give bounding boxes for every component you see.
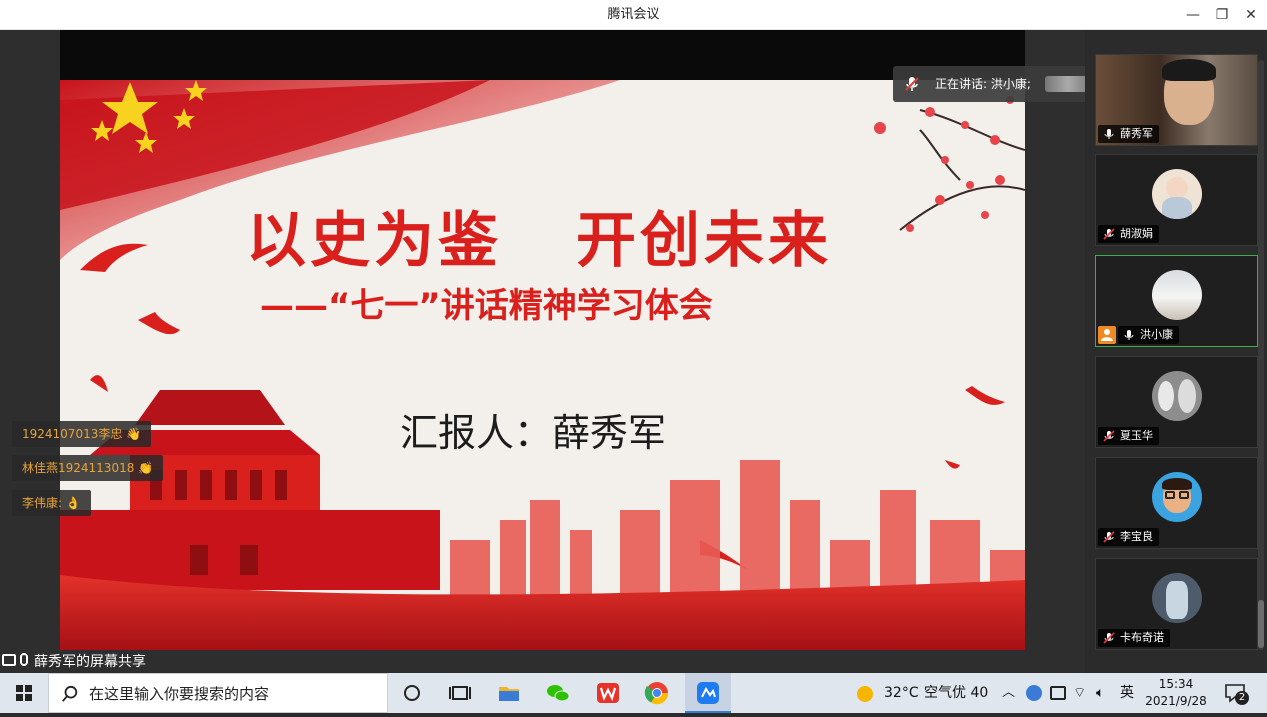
reaction-item: 李伟康: 👌: [12, 490, 91, 516]
windows-icon: [16, 685, 32, 701]
ok-hand-icon: 👌: [65, 496, 81, 510]
wps-icon[interactable]: [592, 677, 624, 709]
tiananmen-gate: [60, 390, 440, 590]
clock-date: 2021/9/28: [1145, 694, 1207, 708]
clock-time: 15:34: [1158, 677, 1194, 691]
weather-temperature[interactable]: 32°C: [884, 673, 919, 713]
taskbar-search[interactable]: 在这里输入你要搜索的内容: [48, 673, 388, 713]
avatar: [1152, 472, 1202, 522]
mic-muted-icon: [1103, 632, 1115, 644]
participant-name: 洪小康: [1118, 326, 1179, 344]
windows-taskbar: 在这里输入你要搜索的内容 32°C 空气优 40 ︿ ⌔ 🔈︎ 英 15:34 …: [0, 673, 1267, 713]
mic-icon: [20, 653, 28, 666]
participant-name: 胡淑娟: [1098, 225, 1159, 243]
plum-blossoms: [874, 96, 1014, 232]
close-button[interactable]: ✕: [1236, 0, 1266, 30]
mic-icon: [1104, 129, 1114, 139]
tray-app-icon[interactable]: [1026, 685, 1042, 701]
minimize-button[interactable]: —: [1178, 0, 1208, 30]
search-icon: [62, 685, 78, 702]
battery-icon[interactable]: [1050, 686, 1066, 700]
start-button[interactable]: [0, 673, 48, 713]
speaking-text: 正在讲话: 洪小康;: [935, 77, 1031, 91]
participant-panel: 薛秀军 胡淑娟 洪小康 夏玉华 李宝良 卡布奇诺: [1085, 30, 1267, 673]
participant-tile-active[interactable]: 洪小康: [1095, 255, 1258, 347]
avatar: [1152, 169, 1202, 219]
task-view-circle-icon[interactable]: [396, 677, 428, 709]
title-bar: 腾讯会议 — ❐ ✕: [0, 0, 1267, 30]
participant-tile[interactable]: 胡淑娟: [1095, 154, 1258, 246]
reaction-item: 1924107013李忠 👋: [12, 421, 152, 447]
shared-screen-area: 以史为鉴 开创未来 ——“七一”讲话精神学习体会 汇报人：薛秀军 正在讲话: 洪…: [0, 30, 1131, 673]
screen-share-label: 薛秀军的屏幕共享: [34, 654, 146, 670]
wechat-icon[interactable]: [542, 677, 574, 709]
chrome-icon[interactable]: [641, 677, 673, 709]
wifi-icon[interactable]: ⌔: [1073, 673, 1086, 713]
slide-title-left: 以史为鉴: [246, 206, 502, 276]
participant-name: 卡布奇诺: [1098, 629, 1170, 647]
slide-title-right: 开创未来: [576, 206, 832, 276]
slide-reporter: 汇报人：薛秀军: [400, 411, 667, 455]
participant-name: 薛秀军: [1098, 125, 1159, 143]
participant-hair: [1162, 59, 1216, 81]
avatar: [1152, 270, 1202, 320]
screen-share-icon: [2, 654, 16, 666]
screen-share-bar: 薛秀军的屏幕共享: [0, 650, 1085, 673]
avatar: [1152, 573, 1202, 623]
slide-subtitle: ——“七一”讲话精神学习体会: [260, 286, 713, 326]
slide-artwork: [60, 80, 1025, 652]
participant-tile[interactable]: 薛秀军: [1095, 54, 1258, 146]
avatar: [1152, 371, 1202, 421]
task-view-icon[interactable]: [444, 677, 476, 709]
file-explorer-icon[interactable]: [493, 677, 525, 709]
mic-muted-icon: [1103, 228, 1115, 240]
search-placeholder: 在这里输入你要搜索的内容: [89, 685, 270, 703]
participant-scrollbar[interactable]: [1258, 60, 1264, 650]
window-title: 腾讯会议: [607, 7, 660, 22]
air-quality[interactable]: 空气优 40: [924, 673, 988, 713]
system-clock[interactable]: 15:34 2021/9/28: [1140, 676, 1212, 710]
reaction-item: 林佳燕1924113018 👏: [12, 455, 164, 481]
presentation-slide: 以史为鉴 开创未来 ——“七一”讲话精神学习体会 汇报人：薛秀军: [60, 80, 1025, 652]
clap-icon: 👏: [138, 461, 154, 475]
wave-icon: 👋: [126, 427, 142, 441]
tencent-meeting-taskbar-icon[interactable]: [685, 673, 731, 713]
restore-button[interactable]: ❐: [1207, 0, 1237, 30]
notification-center-icon[interactable]: 2: [1223, 681, 1249, 705]
mic-icon: [1124, 330, 1134, 340]
notification-count: 2: [1235, 691, 1249, 705]
mic-muted-icon: [1103, 430, 1115, 442]
participant-name: 夏玉华: [1098, 427, 1159, 445]
participant-scroll-thumb[interactable]: [1258, 600, 1264, 648]
mic-muted-icon: [1103, 531, 1115, 543]
input-method-indicator[interactable]: 英: [1120, 673, 1134, 713]
volume-icon[interactable]: 🔈︎: [1096, 673, 1104, 713]
show-hidden-icons-chevron-icon[interactable]: ︿: [1002, 673, 1015, 713]
weather-sun-icon[interactable]: [856, 685, 874, 703]
mic-muted-icon: [905, 77, 919, 91]
participant-tile[interactable]: 夏玉华: [1095, 356, 1258, 448]
participant-tile[interactable]: 卡布奇诺: [1095, 558, 1258, 650]
host-icon: [1098, 326, 1116, 344]
participant-tile[interactable]: 李宝良: [1095, 457, 1258, 549]
participant-name: 李宝良: [1098, 528, 1159, 546]
